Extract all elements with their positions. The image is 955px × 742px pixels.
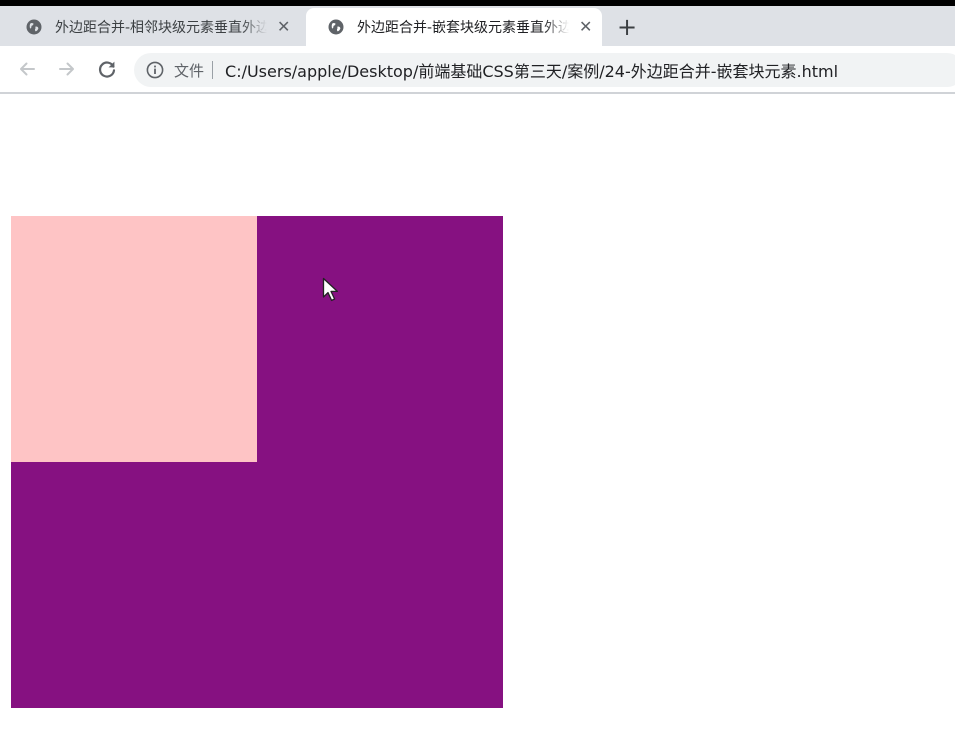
address-bar[interactable]: 文件 C:/Users/apple/Desktop/前端基础CSS第三天/案例/… — [134, 53, 955, 87]
inner-pink-box — [11, 216, 257, 462]
page-viewport — [0, 94, 955, 742]
tab-adjacent-margin-merge[interactable]: 外边距合并-相邻块级元素垂直外边距合并 ✕ — [4, 8, 304, 46]
tab-bar: 外边距合并-相邻块级元素垂直外边距合并 ✕ 外边距合并-嵌套块级元素垂直外边距合… — [0, 6, 955, 46]
back-arrow-icon[interactable] — [16, 58, 38, 80]
tab-nested-margin-merge[interactable]: 外边距合并-嵌套块级元素垂直外边距合并 ✕ — [306, 8, 602, 46]
tab-title: 外边距合并-相邻块级元素垂直外边距合并 — [55, 20, 267, 36]
new-tab-button[interactable]: + — [614, 15, 640, 41]
tab-title: 外边距合并-嵌套块级元素垂直外边距合并 — [357, 20, 569, 36]
outer-purple-box — [11, 216, 503, 708]
browser-window: 外边距合并-相邻块级元素垂直外边距合并 ✕ 外边距合并-嵌套块级元素垂直外边距合… — [0, 0, 955, 742]
forward-arrow-icon[interactable] — [56, 58, 78, 80]
reload-icon[interactable] — [96, 58, 118, 80]
tab-close-icon[interactable]: ✕ — [277, 19, 290, 35]
globe-icon — [328, 19, 344, 35]
globe-icon — [26, 19, 42, 35]
tab-close-icon[interactable]: ✕ — [579, 19, 592, 35]
mouse-cursor-icon — [322, 277, 339, 302]
security-label: 文件 — [174, 61, 205, 80]
browser-toolbar: 文件 C:/Users/apple/Desktop/前端基础CSS第三天/案例/… — [0, 46, 955, 94]
info-icon[interactable] — [146, 61, 164, 79]
address-separator — [212, 61, 214, 79]
url-text[interactable]: C:/Users/apple/Desktop/前端基础CSS第三天/案例/24-… — [225, 58, 838, 82]
